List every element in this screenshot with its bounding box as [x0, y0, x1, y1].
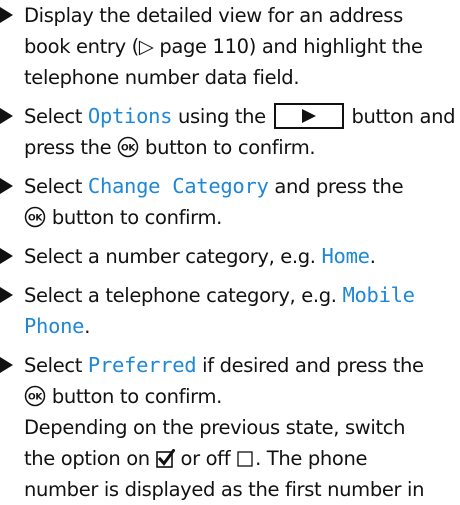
step-telephone-category: Select a telephone category, e.g. Mobile… [0, 280, 460, 342]
step-text: and press the [268, 175, 404, 198]
step-preferred: Select Preferred if desired and press th… [0, 350, 460, 505]
triangle-bullet-icon [0, 178, 13, 194]
step-text: button to confirm. [46, 385, 223, 408]
step-text-line: book entry (▷ page 110) and highlight th… [24, 35, 423, 58]
triangle-bullet-icon [0, 7, 13, 23]
step-number-category: Select a number category, e.g. Home. [0, 241, 460, 272]
menu-term-mobile: Mobile [342, 283, 415, 307]
menu-term-phone: Phone [24, 314, 85, 338]
step-display-detail-view: Display the detailed view for an address… [0, 0, 460, 93]
note-text: or off [174, 447, 237, 470]
step-text: Select [24, 354, 88, 377]
step-text-line: Display the detailed view for an address [24, 4, 403, 27]
play-right-key-icon [273, 103, 344, 129]
note-text: . The phone [255, 447, 368, 470]
note-text: Depending on the previous state, switch [24, 416, 406, 439]
triangle-bullet-icon [0, 248, 13, 264]
step-text: Select a telephone category, e.g. [24, 284, 343, 307]
menu-term-change-category: Change Category [87, 174, 269, 198]
step-change-category: Select Change Category and press the OK … [0, 171, 460, 233]
menu-term-home: Home [321, 244, 370, 268]
step-text: . [369, 245, 376, 268]
checkbox-checked-icon [155, 449, 175, 468]
note-text: the option on [24, 447, 156, 470]
step-text: if desired and press the [196, 354, 424, 377]
step-text: button to confirm. [139, 136, 316, 159]
checkbox-empty-icon [237, 451, 253, 467]
manual-page: Display the detailed view for an address… [0, 0, 460, 501]
step-text: button and [345, 105, 456, 128]
step-text: Select [24, 105, 88, 128]
step-text-line: telephone number data field. [24, 66, 300, 89]
step-text: Select [24, 175, 88, 198]
menu-term-preferred: Preferred [87, 353, 197, 377]
step-text: . [84, 315, 91, 338]
triangle-bullet-icon [0, 357, 13, 373]
step-text: using the [172, 105, 272, 128]
ok-button-icon: OK [24, 385, 46, 407]
menu-term-options: Options [87, 104, 173, 128]
step-text: press the [24, 136, 118, 159]
ok-button-icon: OK [117, 136, 139, 158]
ok-label: OK [121, 144, 136, 154]
triangle-bullet-icon [0, 287, 13, 303]
step-text: Select a number category, e.g. [24, 245, 322, 268]
ok-label: OK [28, 393, 43, 403]
step-select-options: Select Options using the button and pres… [0, 101, 460, 163]
ok-button-icon: OK [24, 206, 46, 228]
step-text: button to confirm. [46, 206, 223, 229]
triangle-bullet-icon [0, 108, 13, 124]
ok-label: OK [28, 214, 43, 224]
